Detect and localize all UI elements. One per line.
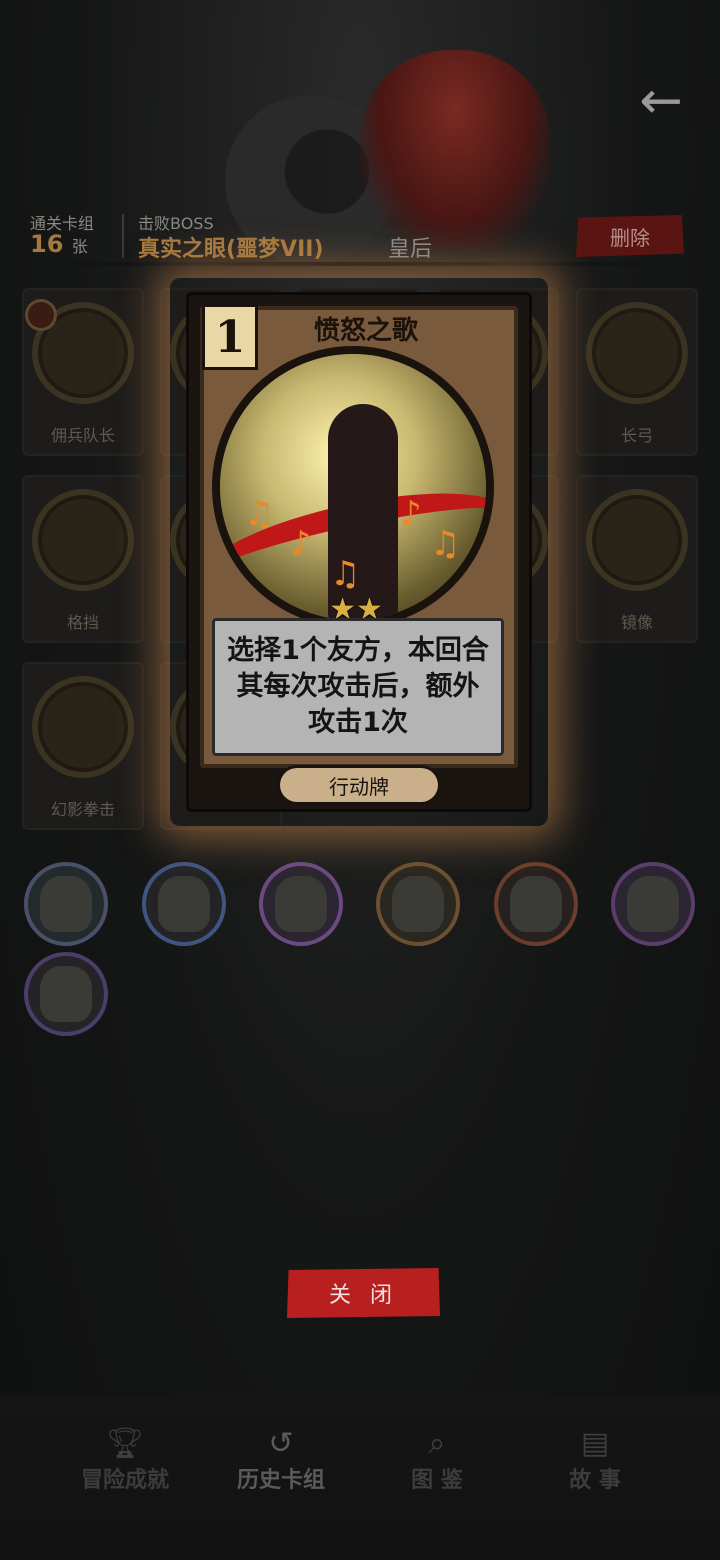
music-note-icon: ♪ [400,494,422,534]
hero-portrait[interactable] [24,952,108,1036]
hero-figure [392,876,444,932]
header-underline [10,262,710,266]
card-artwork: ♫ ♪ ♪ ♫ ♫ [220,354,486,620]
boss-portrait [360,50,550,250]
close-button[interactable]: 关 闭 [287,1268,440,1318]
delete-button[interactable]: 删除 [576,215,684,257]
grid-card[interactable]: 幻影拳击 [22,662,144,830]
trophy-icon: 🏆︎ [105,1426,145,1461]
nav-label: 历史卡组 [236,1468,325,1493]
back-button[interactable]: ← [632,72,690,130]
grid-card[interactable]: 佣兵队长 [22,288,144,456]
header-divider [122,214,124,258]
arrow-left-icon: ← [639,71,683,131]
grid-card[interactable]: 格挡 [22,475,144,643]
card-count-unit: 张 [71,237,88,256]
hero-figure [627,876,679,932]
hero-portrait[interactable] [24,862,108,946]
rarity-gem-icon [28,302,54,328]
history-icon: ↺ [268,1426,294,1461]
card-count: 16 张 [30,230,88,258]
boss-name: 真实之眼(噩梦VII) [138,237,324,262]
nav-label: 冒险成就 [80,1468,169,1493]
nav-story[interactable]: ▤ 故 事 [520,1426,670,1496]
card-count-value: 16 [30,230,64,258]
card-art [32,489,134,591]
grid-card-name: 佣兵队长 [50,426,115,445]
grid-card[interactable]: 镜像 [576,475,698,643]
hero-figure [40,876,92,932]
hero-figure [158,876,210,932]
nav-codex[interactable]: ⌕ 图 鉴 [362,1426,512,1496]
card-art [586,302,688,404]
hero-portrait[interactable] [611,862,695,946]
grid-card-name: 幻影拳击 [50,800,115,819]
grid-card-name: 格挡 [66,613,99,632]
music-note-icon: ♫ [244,494,275,534]
hero-portrait[interactable] [142,862,226,946]
hero-portrait[interactable] [494,862,578,946]
hero-figure [275,876,327,932]
music-note-icon: ♫ [330,554,361,594]
card-art [32,676,134,778]
card-art [586,489,688,591]
card-detail: 1 愤怒之歌 ♫ ♪ ♪ ♫ ♫ ★★ 选择1个友方，本回合 其每次攻击后，额外… [186,292,532,812]
hero-figure [40,966,92,1022]
nav-label: 故 事 [569,1468,621,1493]
hero-figure [510,876,562,932]
music-note-icon: ♫ [430,524,461,564]
boss-role: 皇后 [388,237,433,262]
card-description-box: 选择1个友方，本回合 其每次攻击后，额外 攻击1次 [212,618,504,756]
nav-label: 图 鉴 [411,1468,463,1493]
grid-card[interactable]: 长弓 [576,288,698,456]
card-description: 选择1个友方，本回合 其每次攻击后，额外 攻击1次 [227,635,489,738]
hero-portrait[interactable] [259,862,343,946]
music-note-icon: ♪ [290,524,312,564]
card-cost: 1 [202,304,258,370]
book-icon: ▤ [580,1426,610,1461]
card-type: 行动牌 [280,768,438,802]
boss-header: ← 通关卡组 16 张 击败BOSS 真实之眼(噩梦VII) 皇后 删除 [0,0,720,270]
hero-portrait[interactable] [376,862,460,946]
grid-card-name: 长弓 [620,426,653,445]
magnifier-icon: ⌕ [428,1426,446,1461]
nav-history-deck[interactable]: ↺ 历史卡组 [206,1426,356,1496]
nav-achievements[interactable]: 🏆︎ 冒险成就 [50,1426,200,1496]
grid-card-name: 镜像 [620,613,653,632]
card-title: 愤怒之歌 [313,316,418,346]
